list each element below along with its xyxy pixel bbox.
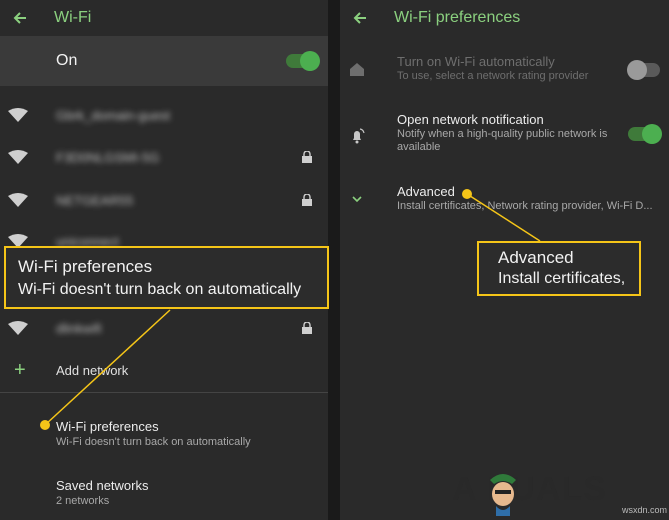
wifi-signal-icon xyxy=(8,150,28,164)
advanced-title: Advanced xyxy=(397,184,455,199)
watermark-logo: A PUALS xyxy=(452,470,607,508)
callout-title: Advanced xyxy=(498,248,574,267)
chevron-down-icon xyxy=(348,190,366,208)
lock-icon xyxy=(302,322,312,334)
saved-networks-item[interactable]: Saved networks 2 networks xyxy=(56,478,149,507)
turn-on-wifi-subtitle: To use, select a network rating provider xyxy=(397,70,589,82)
app-bar: Wi-Fi preferences xyxy=(340,0,669,36)
bell-wifi-icon xyxy=(348,126,366,144)
highlight-dot xyxy=(40,420,50,430)
open-network-notification-row[interactable]: Open network notification Notify when a … xyxy=(340,112,669,160)
divider xyxy=(0,392,328,393)
callout-subtitle: Install certificates, xyxy=(498,270,626,287)
advanced-subtitle: Install certificates, Network rating pro… xyxy=(397,200,653,212)
network-item[interactable]: NETGEAR55 xyxy=(0,180,328,220)
lock-icon xyxy=(302,194,312,206)
wifi-signal-icon xyxy=(8,193,28,207)
home-wifi-icon xyxy=(348,60,366,78)
network-item[interactable]: F3D0NLGSMI-5G xyxy=(0,137,328,177)
callout-title: Wi-Fi preferences xyxy=(18,257,153,276)
plus-icon: + xyxy=(14,359,26,381)
saved-networks-subtitle: 2 networks xyxy=(56,495,110,507)
turn-on-wifi-toggle[interactable] xyxy=(627,60,660,80)
advanced-row[interactable]: Advanced Install certificates, Network r… xyxy=(340,184,669,218)
wifi-toggle-label: On xyxy=(56,52,78,69)
highlight-dot xyxy=(462,189,472,199)
wifi-toggle-switch[interactable] xyxy=(286,51,320,71)
network-item[interactable]: Gbrk_domain-guest xyxy=(0,95,328,135)
wifi-preferences-item[interactable]: Wi-Fi preferences Wi-Fi doesn't turn bac… xyxy=(56,419,251,448)
wifi-preferences-callout: Wi-Fi preferences Wi-Fi doesn't turn bac… xyxy=(4,246,329,309)
callout-subtitle: Wi-Fi doesn't turn back on automatically xyxy=(18,281,302,298)
network-item[interactable]: dlinkwifi xyxy=(0,308,328,348)
site-label: wsxdn.com xyxy=(622,505,668,515)
app-bar: Wi-Fi xyxy=(0,0,328,36)
network-name: NETGEAR55 xyxy=(56,192,134,208)
page-title: Wi-Fi xyxy=(54,9,92,26)
wifi-preferences-subtitle: Wi-Fi doesn't turn back on automatically xyxy=(56,436,251,448)
add-network-row[interactable]: + Add network xyxy=(0,360,328,382)
wifi-master-toggle-row[interactable]: On xyxy=(0,36,328,86)
network-name: F3D0NLGSMI-5G xyxy=(56,149,160,165)
add-network-label: Add network xyxy=(56,363,129,378)
wifi-signal-icon xyxy=(8,321,28,335)
mascot-logo-icon xyxy=(484,466,522,516)
wifi-preferences-title: Wi-Fi preferences xyxy=(56,419,159,434)
lock-icon xyxy=(302,151,312,163)
network-name: Gbrk_domain-guest xyxy=(56,107,171,123)
saved-networks-title: Saved networks xyxy=(56,478,149,493)
open-network-notification-title: Open network notification xyxy=(397,112,544,127)
turn-on-wifi-title: Turn on Wi-Fi automatically xyxy=(397,54,555,69)
open-network-notification-subtitle: Notify when a high-quality public networ… xyxy=(397,128,608,153)
advanced-callout: Advanced Install certificates, xyxy=(477,241,641,296)
back-arrow-icon[interactable] xyxy=(0,10,40,26)
back-arrow-icon[interactable] xyxy=(340,10,380,26)
open-network-notification-toggle[interactable] xyxy=(628,124,662,144)
wifi-signal-icon xyxy=(8,108,28,122)
network-name: dlinkwifi xyxy=(56,320,102,336)
turn-on-wifi-automatically-row[interactable]: Turn on Wi-Fi automatically To use, sele… xyxy=(340,54,669,94)
page-title: Wi-Fi preferences xyxy=(394,9,521,26)
